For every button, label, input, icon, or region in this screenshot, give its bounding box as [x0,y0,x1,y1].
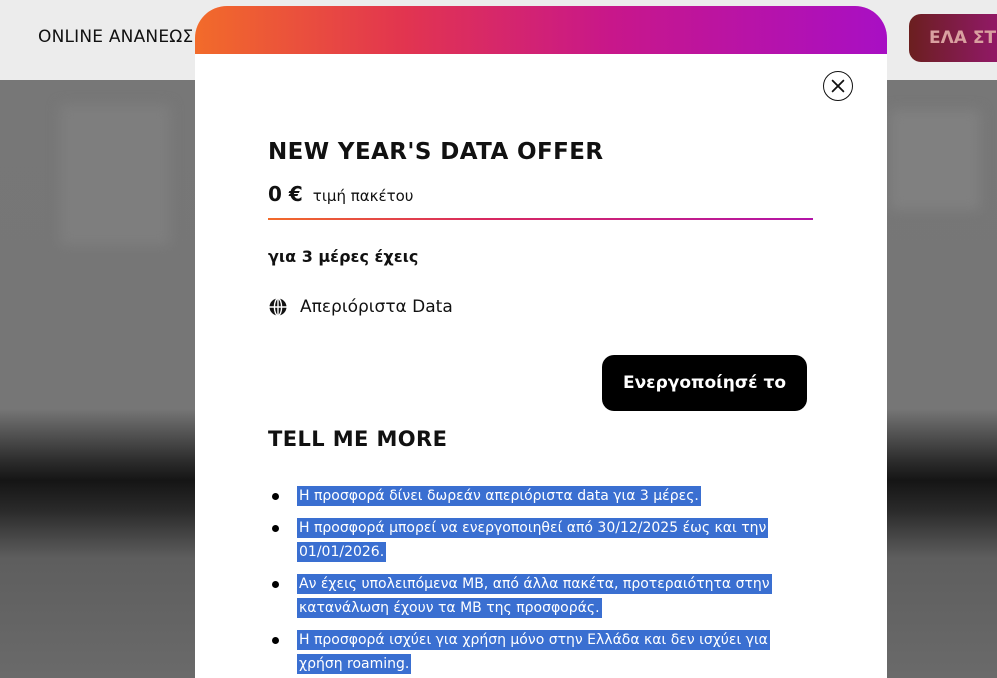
background-content-block [890,110,980,210]
background-content-block [60,105,170,245]
list-item: Η προσφορά μπορεί να ενεργοποιηθεί από 3… [268,516,808,564]
price-label: τιμή πακέτου [312,187,414,205]
header-cta-button[interactable]: ΕΛΑ ΣΤ [909,14,997,62]
term-text: Αν έχεις υπολειπόμενα MB, από άλλα πακέτ… [297,574,772,618]
list-item: Η προσφορά δίνει δωρεάν απεριόριστα data… [268,484,808,508]
feature-row: Απεριόριστα Data [268,297,453,317]
terms-list: Η προσφορά δίνει δωρεάν απεριόριστα data… [268,484,808,678]
feature-label: Απεριόριστα Data [300,297,453,317]
globe-icon [269,297,287,317]
price-value: 0 € [268,182,303,206]
tell-me-more-title: TELL ME MORE [268,427,448,451]
activate-button[interactable]: Ενεργοποίησέ το [602,355,807,411]
offer-modal: NEW YEAR'S DATA OFFER 0 € τιμή πακέτου γ… [195,6,887,678]
duration-text: για 3 μέρες έχεις [268,247,419,266]
close-icon [831,79,845,93]
list-item: Η προσφορά ισχύει για χρήση μόνο στην Ελ… [268,628,808,676]
offer-title: NEW YEAR'S DATA OFFER [268,139,604,165]
term-text: Η προσφορά δίνει δωρεάν απεριόριστα data… [297,486,701,506]
page: ONLINE ΑΝΑΝΕΩΣ ΕΛΑ ΣΤ NEW YEAR'S DATA OF… [0,0,997,678]
list-item: Αν έχεις υπολειπόμενα MB, από άλλα πακέτ… [268,572,808,620]
nav-link-online-renewal[interactable]: ONLINE ΑΝΑΝΕΩΣ [38,27,193,47]
modal-gradient-header [195,6,887,54]
gradient-divider [268,218,813,220]
close-button[interactable] [823,71,853,101]
term-text: Η προσφορά ισχύει για χρήση μόνο στην Ελ… [297,630,770,674]
term-text: Η προσφορά μπορεί να ενεργοποιηθεί από 3… [297,518,769,562]
price-row: 0 € τιμή πακέτου [268,182,413,206]
